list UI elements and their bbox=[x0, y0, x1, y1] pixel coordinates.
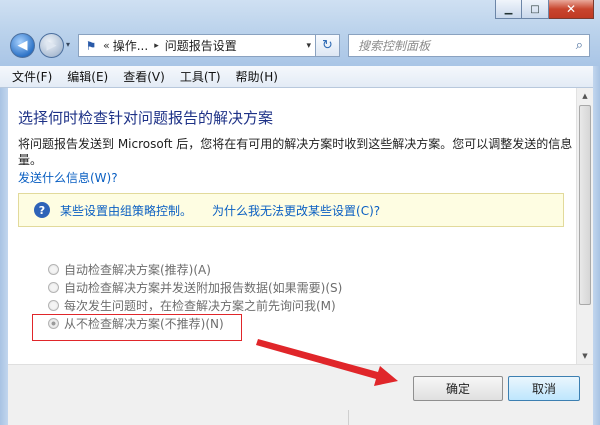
forward-arrow-icon: ▶ bbox=[46, 38, 57, 53]
what-info-sent-link[interactable]: 发送什么信息(W)? bbox=[18, 169, 118, 186]
breadcrumb-action-center[interactable]: 操作... bbox=[113, 37, 148, 54]
window-controls: ▁ □ ✕ bbox=[495, 0, 594, 19]
content-pane: 选择何时检查针对问题报告的解决方案 将问题报告发送到 Microsoft 后，您… bbox=[8, 88, 576, 364]
menu-help[interactable]: 帮助(H) bbox=[236, 68, 278, 85]
option-auto-check-send-data[interactable]: 自动检查解决方案并发送附加报告数据(如果需要)(S) bbox=[48, 278, 342, 296]
status-divider bbox=[348, 410, 349, 425]
radio-ask-me[interactable] bbox=[48, 299, 59, 311]
window-frame-left bbox=[0, 88, 8, 425]
scrollbar-thumb[interactable] bbox=[579, 105, 591, 305]
group-policy-infobar: ? 某些设置由组策略控制。 为什么我无法更改某些设置(C)? bbox=[18, 193, 564, 227]
search-input[interactable]: 搜索控制面板 ⌕ bbox=[348, 34, 590, 57]
maximize-button[interactable]: □ bbox=[522, 0, 549, 19]
page-description: 将问题报告发送到 Microsoft 后，您将在有可用的解决方案时收到这些解决方… bbox=[18, 137, 573, 167]
menu-tools[interactable]: 工具(T) bbox=[180, 68, 221, 85]
option-label: 每次发生问题时，在检查解决方案之前先询问我(M) bbox=[64, 298, 336, 313]
search-placeholder: 搜索控制面板 bbox=[358, 39, 431, 53]
back-button[interactable]: ◀ bbox=[10, 33, 35, 58]
menu-view[interactable]: 查看(V) bbox=[123, 68, 165, 85]
ok-button[interactable]: 确定 bbox=[413, 376, 503, 401]
question-icon: ? bbox=[34, 202, 50, 218]
option-auto-check[interactable]: 自动检查解决方案(推荐)(A) bbox=[48, 260, 342, 278]
button-bar: 确定 取消 bbox=[8, 364, 593, 425]
menu-file[interactable]: 文件(F) bbox=[12, 68, 52, 85]
radio-auto-check[interactable] bbox=[48, 263, 59, 275]
breadcrumb-separator-icon[interactable]: ▸ bbox=[154, 41, 159, 51]
group-policy-message[interactable]: 某些设置由组策略控制。 bbox=[60, 202, 192, 219]
menu-edit[interactable]: 编辑(E) bbox=[67, 68, 108, 85]
close-button[interactable]: ✕ bbox=[549, 0, 594, 19]
annotation-highlight-box bbox=[32, 314, 242, 341]
address-overflow-chevron[interactable]: « bbox=[103, 39, 110, 52]
refresh-icon: ↻ bbox=[322, 38, 333, 53]
option-ask-me[interactable]: 每次发生问题时，在检查解决方案之前先询问我(M) bbox=[48, 296, 342, 314]
refresh-button[interactable]: ↻ bbox=[316, 34, 340, 57]
vertical-scrollbar[interactable]: ▲ ▼ bbox=[576, 88, 593, 364]
window-chrome: ▁ □ ✕ ◀ ▶ ▾ ⚑ « 操作... ▸ 问题报告设置 ▾ ↻ 搜索控制面… bbox=[0, 0, 600, 66]
back-arrow-icon: ◀ bbox=[17, 38, 28, 53]
recent-pages-dropdown[interactable]: ▾ bbox=[66, 40, 70, 49]
minimize-button[interactable]: ▁ bbox=[495, 0, 522, 19]
breadcrumb-problem-report-settings[interactable]: 问题报告设置 bbox=[165, 37, 237, 54]
window-frame-right bbox=[593, 66, 600, 425]
scroll-down-icon[interactable]: ▼ bbox=[577, 348, 593, 364]
search-icon[interactable]: ⌕ bbox=[576, 38, 583, 53]
flag-icon: ⚑ bbox=[85, 38, 97, 53]
radio-auto-check-send-data[interactable] bbox=[48, 281, 59, 293]
menu-bar: 文件(F) 编辑(E) 查看(V) 工具(T) 帮助(H) bbox=[0, 66, 600, 88]
cancel-button[interactable]: 取消 bbox=[508, 376, 580, 401]
why-cannot-change-link[interactable]: 为什么我无法更改某些设置(C)? bbox=[212, 202, 380, 219]
option-label: 自动检查解决方案并发送附加报告数据(如果需要)(S) bbox=[64, 280, 343, 295]
address-bar[interactable]: ⚑ « 操作... ▸ 问题报告设置 ▾ bbox=[78, 34, 316, 57]
scroll-up-icon[interactable]: ▲ bbox=[577, 88, 593, 104]
address-dropdown-icon[interactable]: ▾ bbox=[306, 41, 311, 51]
forward-button[interactable]: ▶ bbox=[39, 33, 64, 58]
option-label: 自动检查解决方案(推荐)(A) bbox=[64, 262, 211, 277]
page-title: 选择何时检查针对问题报告的解决方案 bbox=[18, 109, 274, 127]
